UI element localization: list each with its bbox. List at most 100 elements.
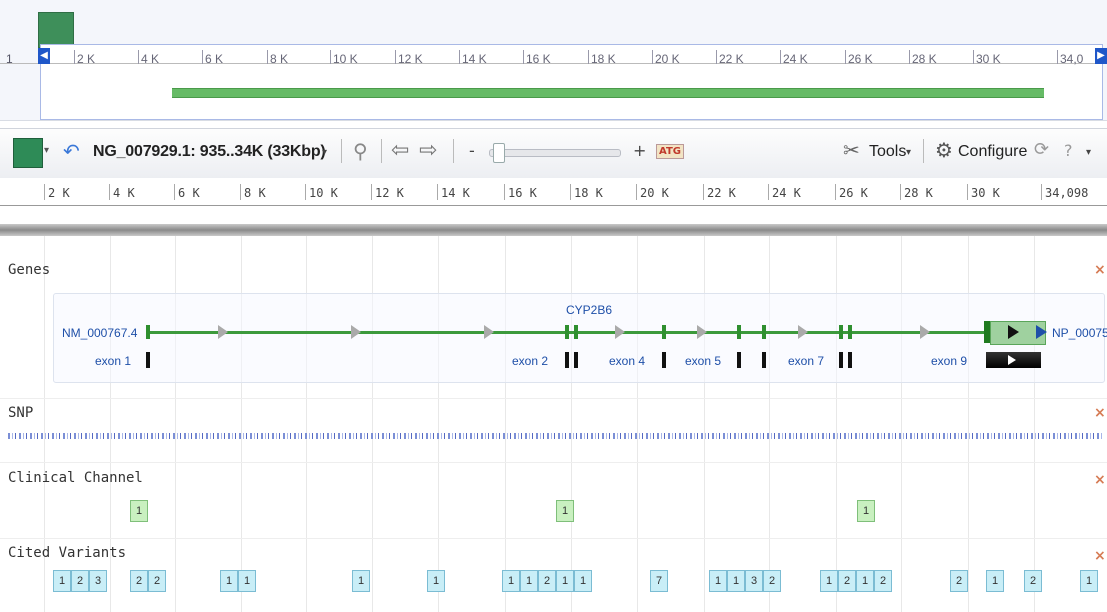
exon-label[interactable]: exon 7 xyxy=(788,354,824,368)
zoom-slider[interactable] xyxy=(489,149,621,157)
ruler-tick: 14 K xyxy=(437,184,470,200)
pan-left-arrow-icon[interactable]: ⇦ xyxy=(391,138,409,163)
help-chevron-icon[interactable]: ▾ xyxy=(1086,147,1091,158)
cited-variant-badge[interactable]: 2 xyxy=(71,570,89,592)
overview-right-nav-icon[interactable]: ▶ xyxy=(1095,48,1107,64)
color-dropdown-chevron-icon[interactable]: ▾ xyxy=(44,145,49,156)
cited-variant-badge[interactable]: 1 xyxy=(220,570,238,592)
exon-block[interactable] xyxy=(737,352,741,368)
gear-icon[interactable]: ⚙ xyxy=(935,138,953,162)
cited-variant-badge[interactable]: 1 xyxy=(427,570,445,592)
exon-mark[interactable] xyxy=(762,325,766,339)
cited-close-icon[interactable]: × xyxy=(1094,548,1106,564)
overview-tick: 28 K xyxy=(909,50,937,66)
clinical-close-icon[interactable]: × xyxy=(1094,472,1106,488)
cited-variant-badge[interactable]: 2 xyxy=(148,570,166,592)
overview-viewport-box[interactable] xyxy=(40,44,1103,120)
clinical-variant-badge[interactable]: 1 xyxy=(556,500,574,522)
cited-variant-badge[interactable]: 2 xyxy=(130,570,148,592)
overview-start-label: 1 xyxy=(6,52,13,66)
track-divider xyxy=(0,462,1107,463)
exon-mark[interactable] xyxy=(574,325,578,339)
cited-variant-badge[interactable]: 1 xyxy=(502,570,520,592)
cited-variant-badge[interactable]: 3 xyxy=(89,570,107,592)
exon-label[interactable]: exon 1 xyxy=(95,354,131,368)
title-dropdown-chevron-icon[interactable]: ▾ xyxy=(322,147,327,158)
cited-variant-badge[interactable]: 1 xyxy=(820,570,838,592)
cited-variant-badge[interactable]: 1 xyxy=(520,570,538,592)
exon-block[interactable] xyxy=(662,352,666,368)
exon-mark[interactable] xyxy=(839,325,843,339)
cited-variant-badge[interactable]: 1 xyxy=(574,570,592,592)
exon-mark[interactable] xyxy=(984,321,990,343)
pan-right-arrow-icon[interactable]: ⇨ xyxy=(419,138,437,163)
configure-button[interactable]: Configure xyxy=(958,143,1027,161)
cited-variant-badge[interactable]: 1 xyxy=(352,570,370,592)
protein-label[interactable]: NP_000758.1 xyxy=(1052,326,1107,340)
atg-icon[interactable]: ATG xyxy=(656,144,684,159)
strand-arrow-icon xyxy=(615,325,625,339)
transcript-label[interactable]: NM_000767.4 xyxy=(62,326,137,340)
cited-variant-badge[interactable]: 2 xyxy=(874,570,892,592)
overview-color-swatch[interactable] xyxy=(38,12,74,48)
cited-variant-badge[interactable]: 1 xyxy=(709,570,727,592)
search-icon[interactable]: ⚲ xyxy=(353,139,368,163)
cited-variant-badge[interactable]: 2 xyxy=(538,570,556,592)
cited-variant-badge[interactable]: 2 xyxy=(763,570,781,592)
zoom-slider-handle[interactable] xyxy=(493,143,505,163)
cited-variant-badge[interactable]: 1 xyxy=(1080,570,1098,592)
genes-close-icon[interactable]: × xyxy=(1094,262,1106,278)
exon-label[interactable]: exon 5 xyxy=(685,354,721,368)
cited-variant-badge[interactable]: 2 xyxy=(950,570,968,592)
exon-block[interactable] xyxy=(762,352,766,368)
ruler-baseline xyxy=(0,205,1107,206)
exon-block[interactable] xyxy=(146,352,150,368)
cited-variant-badge[interactable]: 1 xyxy=(556,570,574,592)
overview-tick: 8 K xyxy=(266,50,289,66)
exon-block[interactable] xyxy=(839,352,843,368)
clinical-variant-badge[interactable]: 1 xyxy=(857,500,875,522)
cited-variant-badge[interactable]: 1 xyxy=(727,570,745,592)
refresh-icon[interactable]: ⟳ xyxy=(1034,139,1049,160)
tools-menu[interactable]: Tools xyxy=(869,143,906,161)
exon-mark[interactable] xyxy=(146,325,150,339)
cited-variant-badge[interactable]: 2 xyxy=(1024,570,1042,592)
zoom-out-button[interactable]: - xyxy=(469,141,475,160)
back-arrow-icon[interactable]: ↶ xyxy=(63,139,80,163)
sequence-title[interactable]: NG_007929.1: 935..34K (33Kbp) xyxy=(93,143,326,161)
cited-variant-badge[interactable]: 7 xyxy=(650,570,668,592)
exon-mark[interactable] xyxy=(565,325,569,339)
track-color-button[interactable] xyxy=(13,138,43,168)
zoom-in-button[interactable]: + xyxy=(633,141,646,160)
exon-block[interactable] xyxy=(574,352,578,368)
help-icon[interactable]: ? xyxy=(1064,141,1073,160)
strand-arrow-icon xyxy=(697,325,707,339)
exon-mark[interactable] xyxy=(662,325,666,339)
exon-block[interactable] xyxy=(565,352,569,368)
strand-arrow-icon xyxy=(351,325,361,339)
cited-variant-badge[interactable]: 3 xyxy=(745,570,763,592)
exon-mark[interactable] xyxy=(737,325,741,339)
strand-arrow-icon xyxy=(920,325,930,339)
exon-label[interactable]: exon 2 xyxy=(512,354,548,368)
protein-arrow-icon xyxy=(1008,325,1019,339)
snp-density-strip[interactable] xyxy=(8,433,1103,439)
cited-variant-badge[interactable]: 2 xyxy=(838,570,856,592)
exon-block[interactable] xyxy=(848,352,852,368)
cited-variant-badge[interactable]: 1 xyxy=(856,570,874,592)
gene-name-label[interactable]: CYP2B6 xyxy=(566,303,612,317)
ruler-tick: 6 K xyxy=(174,184,200,200)
overview-left-nav-icon[interactable]: ◀ xyxy=(38,48,50,64)
cited-variant-badge[interactable]: 1 xyxy=(238,570,256,592)
overview-tick: 10 K xyxy=(330,50,358,66)
exon-label[interactable]: exon 4 xyxy=(609,354,645,368)
tools-icon[interactable]: ✂ xyxy=(843,138,860,162)
overview-tick: 2 K xyxy=(73,50,96,66)
cited-variant-badge[interactable]: 1 xyxy=(53,570,71,592)
exon-mark[interactable] xyxy=(848,325,852,339)
tools-chevron-icon[interactable]: ▾ xyxy=(906,147,911,158)
cited-variant-badge[interactable]: 1 xyxy=(986,570,1004,592)
snp-close-icon[interactable]: × xyxy=(1094,405,1106,421)
clinical-variant-badge[interactable]: 1 xyxy=(130,500,148,522)
exon-label[interactable]: exon 9 xyxy=(931,354,967,368)
